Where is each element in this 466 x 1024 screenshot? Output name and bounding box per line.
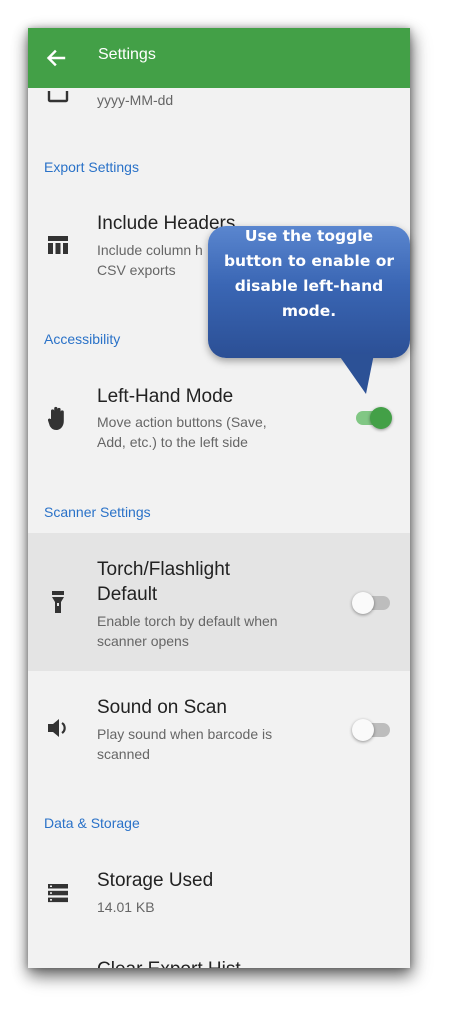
sound-on-scan-toggle[interactable] (352, 716, 394, 744)
arrow-left-icon (46, 49, 66, 67)
flashlight-icon (44, 588, 72, 616)
back-button[interactable] (36, 38, 76, 78)
sound-on-scan-subtitle-1: Play sound when barcode is (97, 726, 273, 742)
callout-line-2: button to enable or (223, 252, 395, 270)
torch-default-title-2: Default (97, 584, 158, 605)
callout-line-4: mode. (281, 302, 337, 320)
storage-used-title: Storage Used (97, 870, 214, 891)
table-icon (44, 231, 72, 259)
section-export-settings: Export Settings (44, 159, 139, 175)
callout-line-3: disable left-hand (234, 277, 384, 295)
left-hand-mode-title: Left-Hand Mode (97, 386, 234, 407)
clear-export-history-title[interactable]: Clear Export Hist (97, 958, 241, 968)
speaker-icon (44, 714, 72, 742)
calendar-icon (44, 88, 72, 116)
callout-pointer (338, 354, 374, 394)
callout-text: Use the toggle button to enable or disab… (218, 226, 400, 324)
torch-default-subtitle-1: Enable torch by default when (97, 613, 278, 629)
date-format-value: yyyy-MM-dd (97, 92, 174, 108)
include-headers-subtitle-2: CSV exports (97, 262, 176, 278)
storage-used-value: 14.01 KB (97, 899, 155, 915)
page-title: Settings (98, 46, 156, 63)
settings-list: yyyy-MM-dd Export Settings Include Heade… (28, 28, 410, 968)
torch-default-title-1: Torch/Flashlight (97, 559, 231, 580)
tooltip-callout: Use the toggle button to enable or disab… (208, 226, 410, 358)
storage-icon (44, 879, 72, 907)
sound-on-scan-subtitle-2: scanned (97, 746, 150, 762)
torch-default-toggle[interactable] (352, 589, 394, 617)
toggle-thumb (352, 592, 374, 614)
storage-used-row[interactable] (28, 853, 410, 943)
left-hand-mode-toggle[interactable] (352, 404, 394, 432)
include-headers-subtitle-1: Include column h (97, 242, 203, 258)
hand-icon (44, 404, 72, 432)
toggle-thumb (370, 407, 392, 429)
section-scanner-settings: Scanner Settings (44, 504, 151, 520)
sound-on-scan-title: Sound on Scan (97, 697, 227, 718)
section-data-storage: Data & Storage (44, 815, 140, 831)
callout-line-1: Use the toggle (244, 227, 374, 245)
left-hand-mode-subtitle-1: Move action buttons (Save, (97, 414, 267, 430)
left-hand-mode-subtitle-2: Add, etc.) to the left side (97, 434, 248, 450)
torch-default-subtitle-2: scanner opens (97, 633, 189, 649)
toggle-thumb (352, 719, 374, 741)
app-bar: Settings (28, 28, 410, 88)
section-accessibility: Accessibility (44, 331, 121, 347)
settings-screen: yyyy-MM-dd Export Settings Include Heade… (28, 28, 410, 968)
